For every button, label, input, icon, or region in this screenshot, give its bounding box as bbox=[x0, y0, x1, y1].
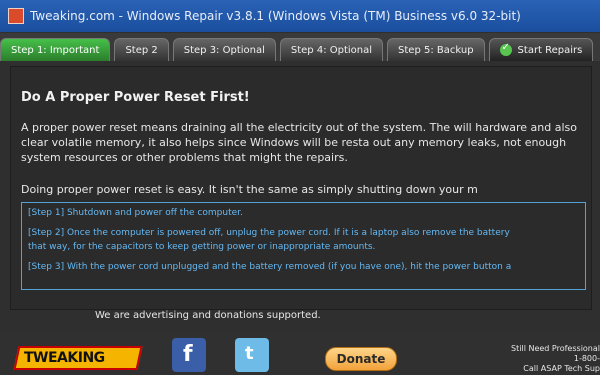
logo-text: TWEAKING bbox=[24, 350, 105, 366]
twitter-button[interactable]: t bbox=[235, 338, 269, 372]
tab-step-4-optional[interactable]: Step 4: Optional bbox=[279, 38, 384, 61]
ad-support-notice: We are advertising and donations support… bbox=[95, 310, 321, 321]
tab-step-1-important[interactable]: Step 1: Important bbox=[0, 38, 111, 61]
step-tabs: Step 1: Important Step 2 Step 3: Optiona… bbox=[0, 33, 600, 61]
step-1: [Step 1] Shutdown and power off the comp… bbox=[28, 208, 243, 218]
step-2-detail: that way, for the capacitors to keep get… bbox=[28, 242, 376, 252]
step-2: [Step 2] Once the computer is powered of… bbox=[28, 228, 510, 238]
page-title: Do A Proper Power Reset First! bbox=[21, 90, 250, 105]
support-line-1: Still Need Professional bbox=[511, 344, 600, 353]
tab-step-2[interactable]: Step 2 bbox=[114, 38, 169, 61]
tweaking-logo[interactable]: TWEAKING bbox=[13, 346, 143, 370]
facebook-button[interactable]: f bbox=[172, 338, 206, 372]
tab-start-repairs[interactable]: Start Repairs bbox=[488, 38, 594, 61]
support-text: Still Need Professional 1-800- Call ASAP… bbox=[500, 344, 600, 374]
steps-box: [Step 1] Shutdown and power off the comp… bbox=[21, 202, 586, 290]
main-window: Tweaking.com - Windows Repair v3.8.1 (Wi… bbox=[0, 0, 600, 375]
content-panel: Do A Proper Power Reset First! A proper … bbox=[10, 66, 592, 310]
check-icon bbox=[499, 42, 512, 56]
tab-step-5-backup[interactable]: Step 5: Backup bbox=[387, 38, 485, 61]
instruction-paragraph-1: A proper power reset means draining all … bbox=[21, 121, 577, 164]
app-icon bbox=[8, 8, 24, 24]
step-3: [Step 3] With the power cord unplugged a… bbox=[28, 262, 512, 272]
title-bar: Tweaking.com - Windows Repair v3.8.1 (Wi… bbox=[0, 0, 600, 32]
donate-label: Donate bbox=[336, 352, 386, 366]
facebook-icon: f bbox=[183, 342, 193, 367]
support-line-2: 1-800- bbox=[573, 354, 600, 363]
instruction-paragraph-2: Doing proper power reset is easy. It isn… bbox=[21, 183, 478, 196]
support-line-3: Call ASAP Tech Sup bbox=[523, 364, 600, 373]
twitter-icon: t bbox=[245, 343, 254, 364]
window-title: Tweaking.com - Windows Repair v3.8.1 (Wi… bbox=[30, 9, 521, 23]
tab-start-repairs-label: Start Repairs bbox=[517, 44, 583, 56]
donate-button[interactable]: Donate bbox=[325, 347, 397, 371]
tab-step-3-optional[interactable]: Step 3: Optional bbox=[172, 38, 276, 61]
